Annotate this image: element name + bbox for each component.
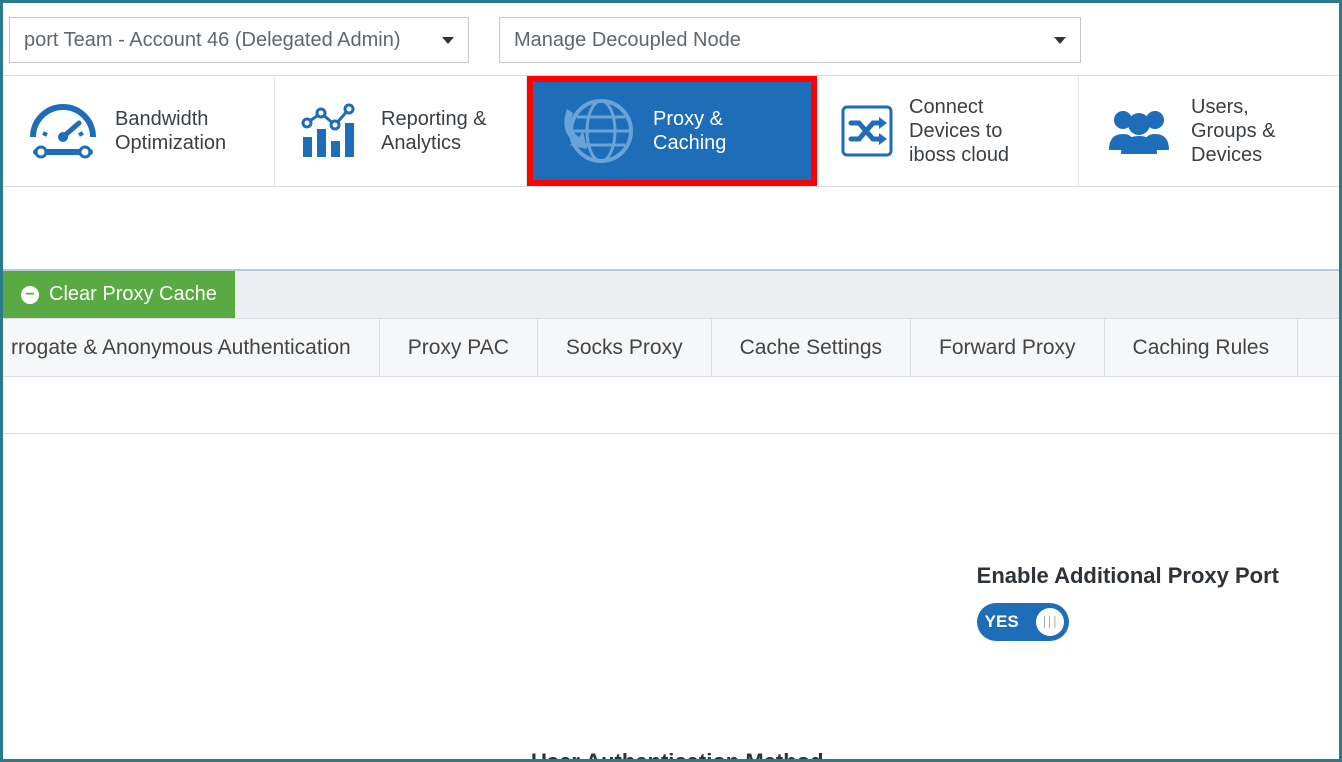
- nav-label: Users, Groups & Devices: [1191, 95, 1315, 167]
- clear-proxy-cache-label: Clear Proxy Cache: [49, 283, 217, 306]
- shuffle-icon: [841, 105, 893, 157]
- nav-label: Connect Devices to iboss cloud: [909, 95, 1054, 167]
- toggle-state-text: YES: [985, 612, 1019, 632]
- tab-label: Proxy PAC: [408, 336, 509, 360]
- enable-additional-port-label: Enable Additional Proxy Port: [977, 563, 1279, 589]
- settings-content: Enable Additional Proxy Port YES │││ ▼ U…: [3, 433, 1339, 762]
- node-selector[interactable]: Manage Decoupled Node: [499, 17, 1081, 63]
- tab-label: Forward Proxy: [939, 336, 1076, 360]
- caret-down-icon: [1054, 37, 1066, 44]
- nav-connect-devices[interactable]: Connect Devices to iboss cloud: [817, 76, 1079, 186]
- account-selector-text: port Team - Account 46 (Delegated Admin): [24, 29, 401, 52]
- nav-bandwidth-optimization[interactable]: Bandwidth Optimization: [3, 76, 275, 186]
- sub-tab-row: rrogate & Anonymous Authentication Proxy…: [3, 319, 1339, 377]
- tab-caching-rules[interactable]: Caching Rules: [1105, 319, 1299, 376]
- tab-forward-proxy[interactable]: Forward Proxy: [911, 319, 1105, 376]
- nav-reporting-analytics[interactable]: Reporting & Analytics: [275, 76, 527, 186]
- main-nav: Bandwidth Optimization Reporting & Analy…: [3, 75, 1339, 187]
- tab-label: Cache Settings: [740, 336, 882, 360]
- clear-proxy-cache-button[interactable]: − Clear Proxy Cache: [3, 271, 235, 318]
- tab-label: Socks Proxy: [566, 336, 683, 360]
- globe-arrow-icon: [557, 91, 637, 171]
- tab-label: Caching Rules: [1133, 336, 1270, 360]
- auth-method-label: User Authentication Method: [531, 749, 1279, 762]
- spacer: [3, 187, 1339, 271]
- enable-additional-port-toggle[interactable]: YES │││: [977, 603, 1069, 641]
- caret-down-icon: [442, 37, 454, 44]
- toggle-knob-icon: │││: [1036, 608, 1064, 636]
- tab-surrogate-auth[interactable]: rrogate & Anonymous Authentication: [3, 319, 380, 376]
- nav-users-groups-devices[interactable]: Users, Groups & Devices: [1079, 76, 1339, 186]
- tab-cache-settings[interactable]: Cache Settings: [712, 319, 911, 376]
- minus-circle-icon: −: [21, 286, 39, 304]
- analytics-icon: [299, 101, 365, 161]
- gauge-icon: [27, 101, 99, 161]
- nav-proxy-caching[interactable]: Proxy & Caching: [527, 76, 817, 186]
- users-group-icon: [1103, 104, 1175, 158]
- node-selector-text: Manage Decoupled Node: [514, 29, 741, 52]
- app-frame: port Team - Account 46 (Delegated Admin)…: [0, 0, 1342, 762]
- enable-additional-port-block: Enable Additional Proxy Port YES │││: [977, 563, 1279, 641]
- nav-label: Bandwidth Optimization: [115, 107, 250, 155]
- nav-label: Reporting & Analytics: [381, 107, 502, 155]
- auth-method-block: User Authentication Method Local iboss U…: [531, 749, 1279, 762]
- tab-socks-proxy[interactable]: Socks Proxy: [538, 319, 712, 376]
- account-selector[interactable]: port Team - Account 46 (Delegated Admin): [9, 17, 469, 63]
- nav-label: Proxy & Caching: [653, 107, 787, 155]
- cache-action-row: − Clear Proxy Cache: [3, 271, 1339, 319]
- tab-proxy-pac[interactable]: Proxy PAC: [380, 319, 538, 376]
- top-selectors-row: port Team - Account 46 (Delegated Admin)…: [3, 3, 1339, 75]
- tab-label: rrogate & Anonymous Authentication: [11, 336, 351, 360]
